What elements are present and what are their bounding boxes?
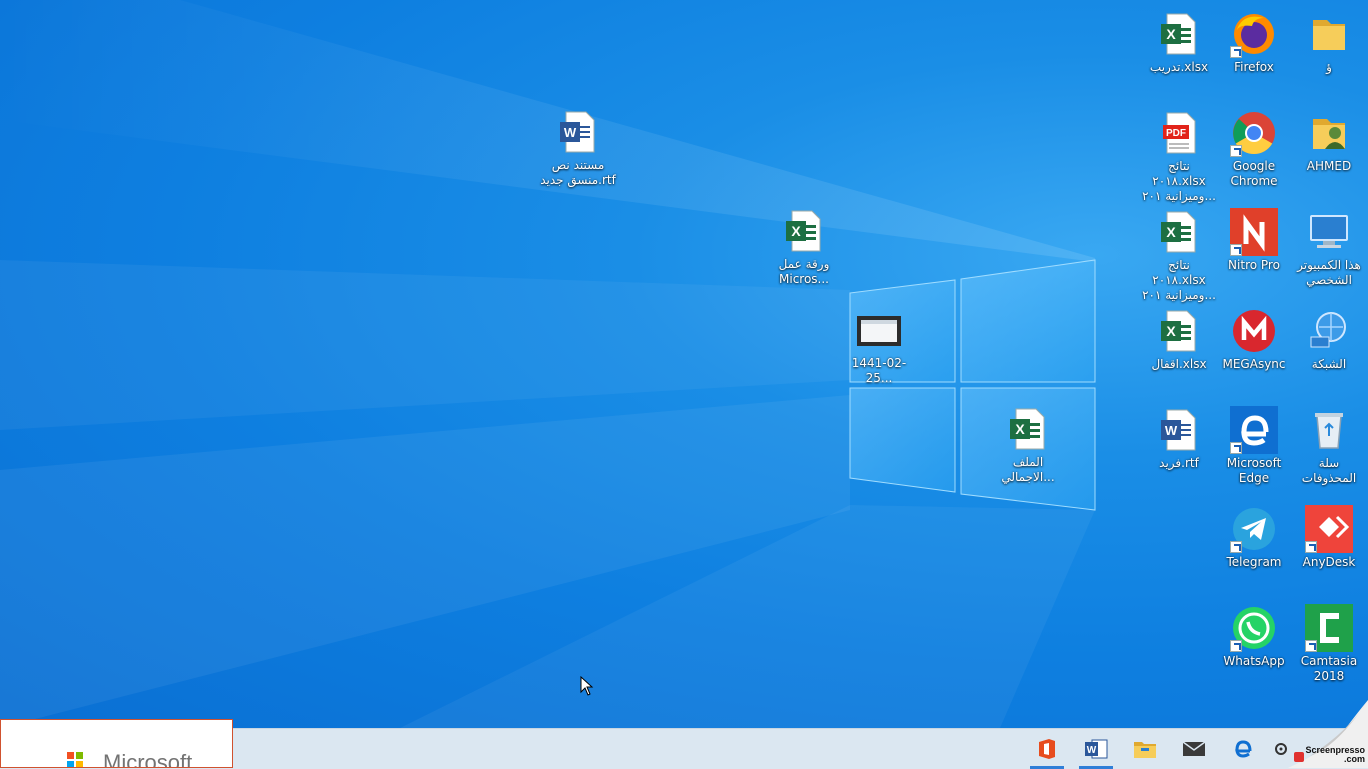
word-file-icon: W — [560, 111, 595, 153]
shortcut-arrow-icon — [1230, 541, 1242, 553]
desktop-icon-whatsapp[interactable]: WhatsApp — [1215, 598, 1293, 669]
desktop-icon-ijmali-file[interactable]: X الملف الاجمالي... — [989, 399, 1067, 485]
icon-label: ورقة عمل Micros... — [778, 257, 830, 286]
icon-label: مستند نص منسق جديد.rtf — [540, 158, 616, 187]
excel-file-icon: X — [786, 210, 821, 252]
mega-icon — [1233, 310, 1275, 352]
desktop-icon-firefox[interactable]: Firefox — [1215, 4, 1293, 75]
word-file-icon: W — [1161, 409, 1196, 451]
icon-label: Telegram — [1226, 555, 1282, 569]
taskbar-word[interactable]: W — [1073, 729, 1119, 769]
video-file-icon — [857, 316, 901, 346]
icon-label: Nitro Pro — [1228, 258, 1280, 272]
watermark-line2: .com — [1343, 754, 1365, 764]
icon-label: WhatsApp — [1223, 654, 1285, 668]
svg-text:X: X — [1166, 26, 1176, 42]
desktop[interactable]: ؤ AHMED هذا الكمبيوتر الشخصي الشبكة سلة … — [0, 0, 1368, 728]
desktop-icon-aqfal-xlsx[interactable]: X اقفال.xlsx — [1140, 301, 1218, 372]
shortcut-arrow-icon — [1230, 46, 1242, 58]
desktop-icon-camtasia[interactable]: Camtasia 2018 — [1290, 598, 1368, 684]
taskbar-office[interactable] — [1024, 729, 1070, 769]
svg-text:X: X — [1015, 421, 1025, 437]
icon-label: فريد.rtf — [1159, 456, 1199, 470]
icon-label: MEGAsync — [1222, 357, 1286, 371]
folder-icon — [1313, 20, 1345, 50]
svg-text:X: X — [1166, 323, 1176, 339]
desktop-icon-excel-worksheet[interactable]: X ورقة عمل Micros... — [765, 201, 843, 287]
desktop-icon-megasync[interactable]: MEGAsync — [1215, 301, 1293, 372]
icon-label: Google Chrome — [1230, 159, 1278, 188]
word-icon: W — [1085, 739, 1108, 759]
desktop-icon-this-pc[interactable]: هذا الكمبيوتر الشخصي — [1290, 202, 1368, 288]
screenpresso-watermark: Screenpresso .com — [1305, 746, 1365, 764]
icon-label: هذا الكمبيوتر الشخصي — [1297, 258, 1361, 287]
desktop-icon-telegram[interactable]: Telegram — [1215, 499, 1293, 570]
svg-text:X: X — [1166, 224, 1176, 240]
svg-text:W: W — [564, 125, 577, 140]
office-icon — [1039, 739, 1055, 759]
microsoft-notification[interactable]: Microsoft — [0, 719, 233, 768]
computer-icon — [1310, 215, 1348, 248]
desktop-icon-nitro-pro[interactable]: Nitro Pro — [1215, 202, 1293, 273]
icon-label: 1441-02-25... — [851, 356, 907, 385]
icon-label: Microsoft Edge — [1226, 456, 1282, 485]
excel-file-icon: X — [1161, 211, 1196, 253]
desktop-icon-anydesk[interactable]: AnyDesk — [1290, 499, 1368, 570]
shortcut-arrow-icon — [1230, 244, 1242, 256]
desktop-icon-video-file[interactable]: 1441-02-25... — [840, 300, 918, 386]
desktop-icon-results-xlsx[interactable]: X نتائج ٢٠١٨.xlsx وميزانية ٢٠١... — [1140, 202, 1218, 303]
taskbar-edge[interactable] — [1220, 729, 1266, 769]
desktop-icon-network[interactable]: الشبكة — [1290, 301, 1368, 372]
microsoft-logo-icon — [67, 752, 83, 767]
svg-text:PDF: PDF — [1166, 128, 1186, 139]
desktop-icon-recycle-bin[interactable]: سلة المحذوفات — [1290, 400, 1368, 486]
mail-icon — [1182, 741, 1206, 756]
svg-text:W: W — [1087, 745, 1097, 756]
edge-icon — [1235, 740, 1252, 758]
user-folder-icon — [1313, 119, 1345, 149]
desktop-icon-microsoft-edge[interactable]: Microsoft Edge — [1215, 400, 1293, 486]
icon-label: نتائج ٢٠١٨.xlsx وميزانية ٢٠١... — [1142, 159, 1216, 203]
gear-icon — [1275, 743, 1287, 755]
desktop-icon-farid-rtf[interactable]: W فريد.rtf — [1140, 400, 1218, 471]
excel-file-icon: X — [1010, 408, 1045, 450]
icon-label: الملف الاجمالي... — [1001, 455, 1055, 484]
desktop-icon-folder[interactable]: ؤ — [1290, 4, 1368, 75]
icon-label: نتائج ٢٠١٨.xlsx وميزانية ٢٠١... — [1142, 258, 1216, 302]
icon-label: Camtasia 2018 — [1300, 654, 1358, 683]
taskbar-mail[interactable] — [1171, 729, 1217, 769]
icon-label: الشبكة — [1311, 357, 1347, 371]
recycle-bin-icon — [1315, 413, 1343, 449]
excel-file-icon: X — [1161, 13, 1196, 55]
shortcut-arrow-icon — [1230, 640, 1242, 652]
icon-label: ؤ — [1326, 60, 1332, 74]
shortcut-arrow-icon — [1305, 541, 1317, 553]
icon-label: اقفال.xlsx — [1151, 357, 1207, 371]
microsoft-brand-text: Microsoft — [103, 750, 193, 768]
desktop-icon-new-rtf-document[interactable]: W مستند نص منسق جديد.rtf — [539, 102, 617, 188]
excel-file-icon: X — [1161, 310, 1196, 352]
shortcut-arrow-icon — [1305, 640, 1317, 652]
icon-label: سلة المحذوفات — [1301, 456, 1357, 485]
icon-label: AnyDesk — [1302, 555, 1356, 569]
svg-text:X: X — [791, 223, 801, 239]
desktop-icon-results-pdf[interactable]: PDF نتائج ٢٠١٨.xlsx وميزانية ٢٠١... — [1140, 103, 1218, 204]
shortcut-arrow-icon — [1230, 145, 1242, 157]
desktop-icon-google-chrome[interactable]: Google Chrome — [1215, 103, 1293, 189]
network-icon — [1310, 312, 1346, 348]
shortcut-arrow-icon — [1230, 442, 1242, 454]
desktop-icon-ahmed[interactable]: AHMED — [1290, 103, 1368, 174]
pdf-file-icon: PDF — [1163, 112, 1196, 154]
icon-label: AHMED — [1306, 159, 1352, 173]
icon-label: Firefox — [1234, 60, 1274, 74]
icon-label: تدريب.xlsx — [1149, 60, 1209, 74]
svg-text:W: W — [1165, 423, 1178, 438]
desktop-icon-tadrib-xlsx[interactable]: X تدريب.xlsx — [1140, 4, 1218, 75]
file-explorer-icon — [1134, 742, 1156, 758]
mouse-cursor-icon — [580, 676, 594, 696]
taskbar-file-explorer[interactable] — [1122, 729, 1168, 769]
